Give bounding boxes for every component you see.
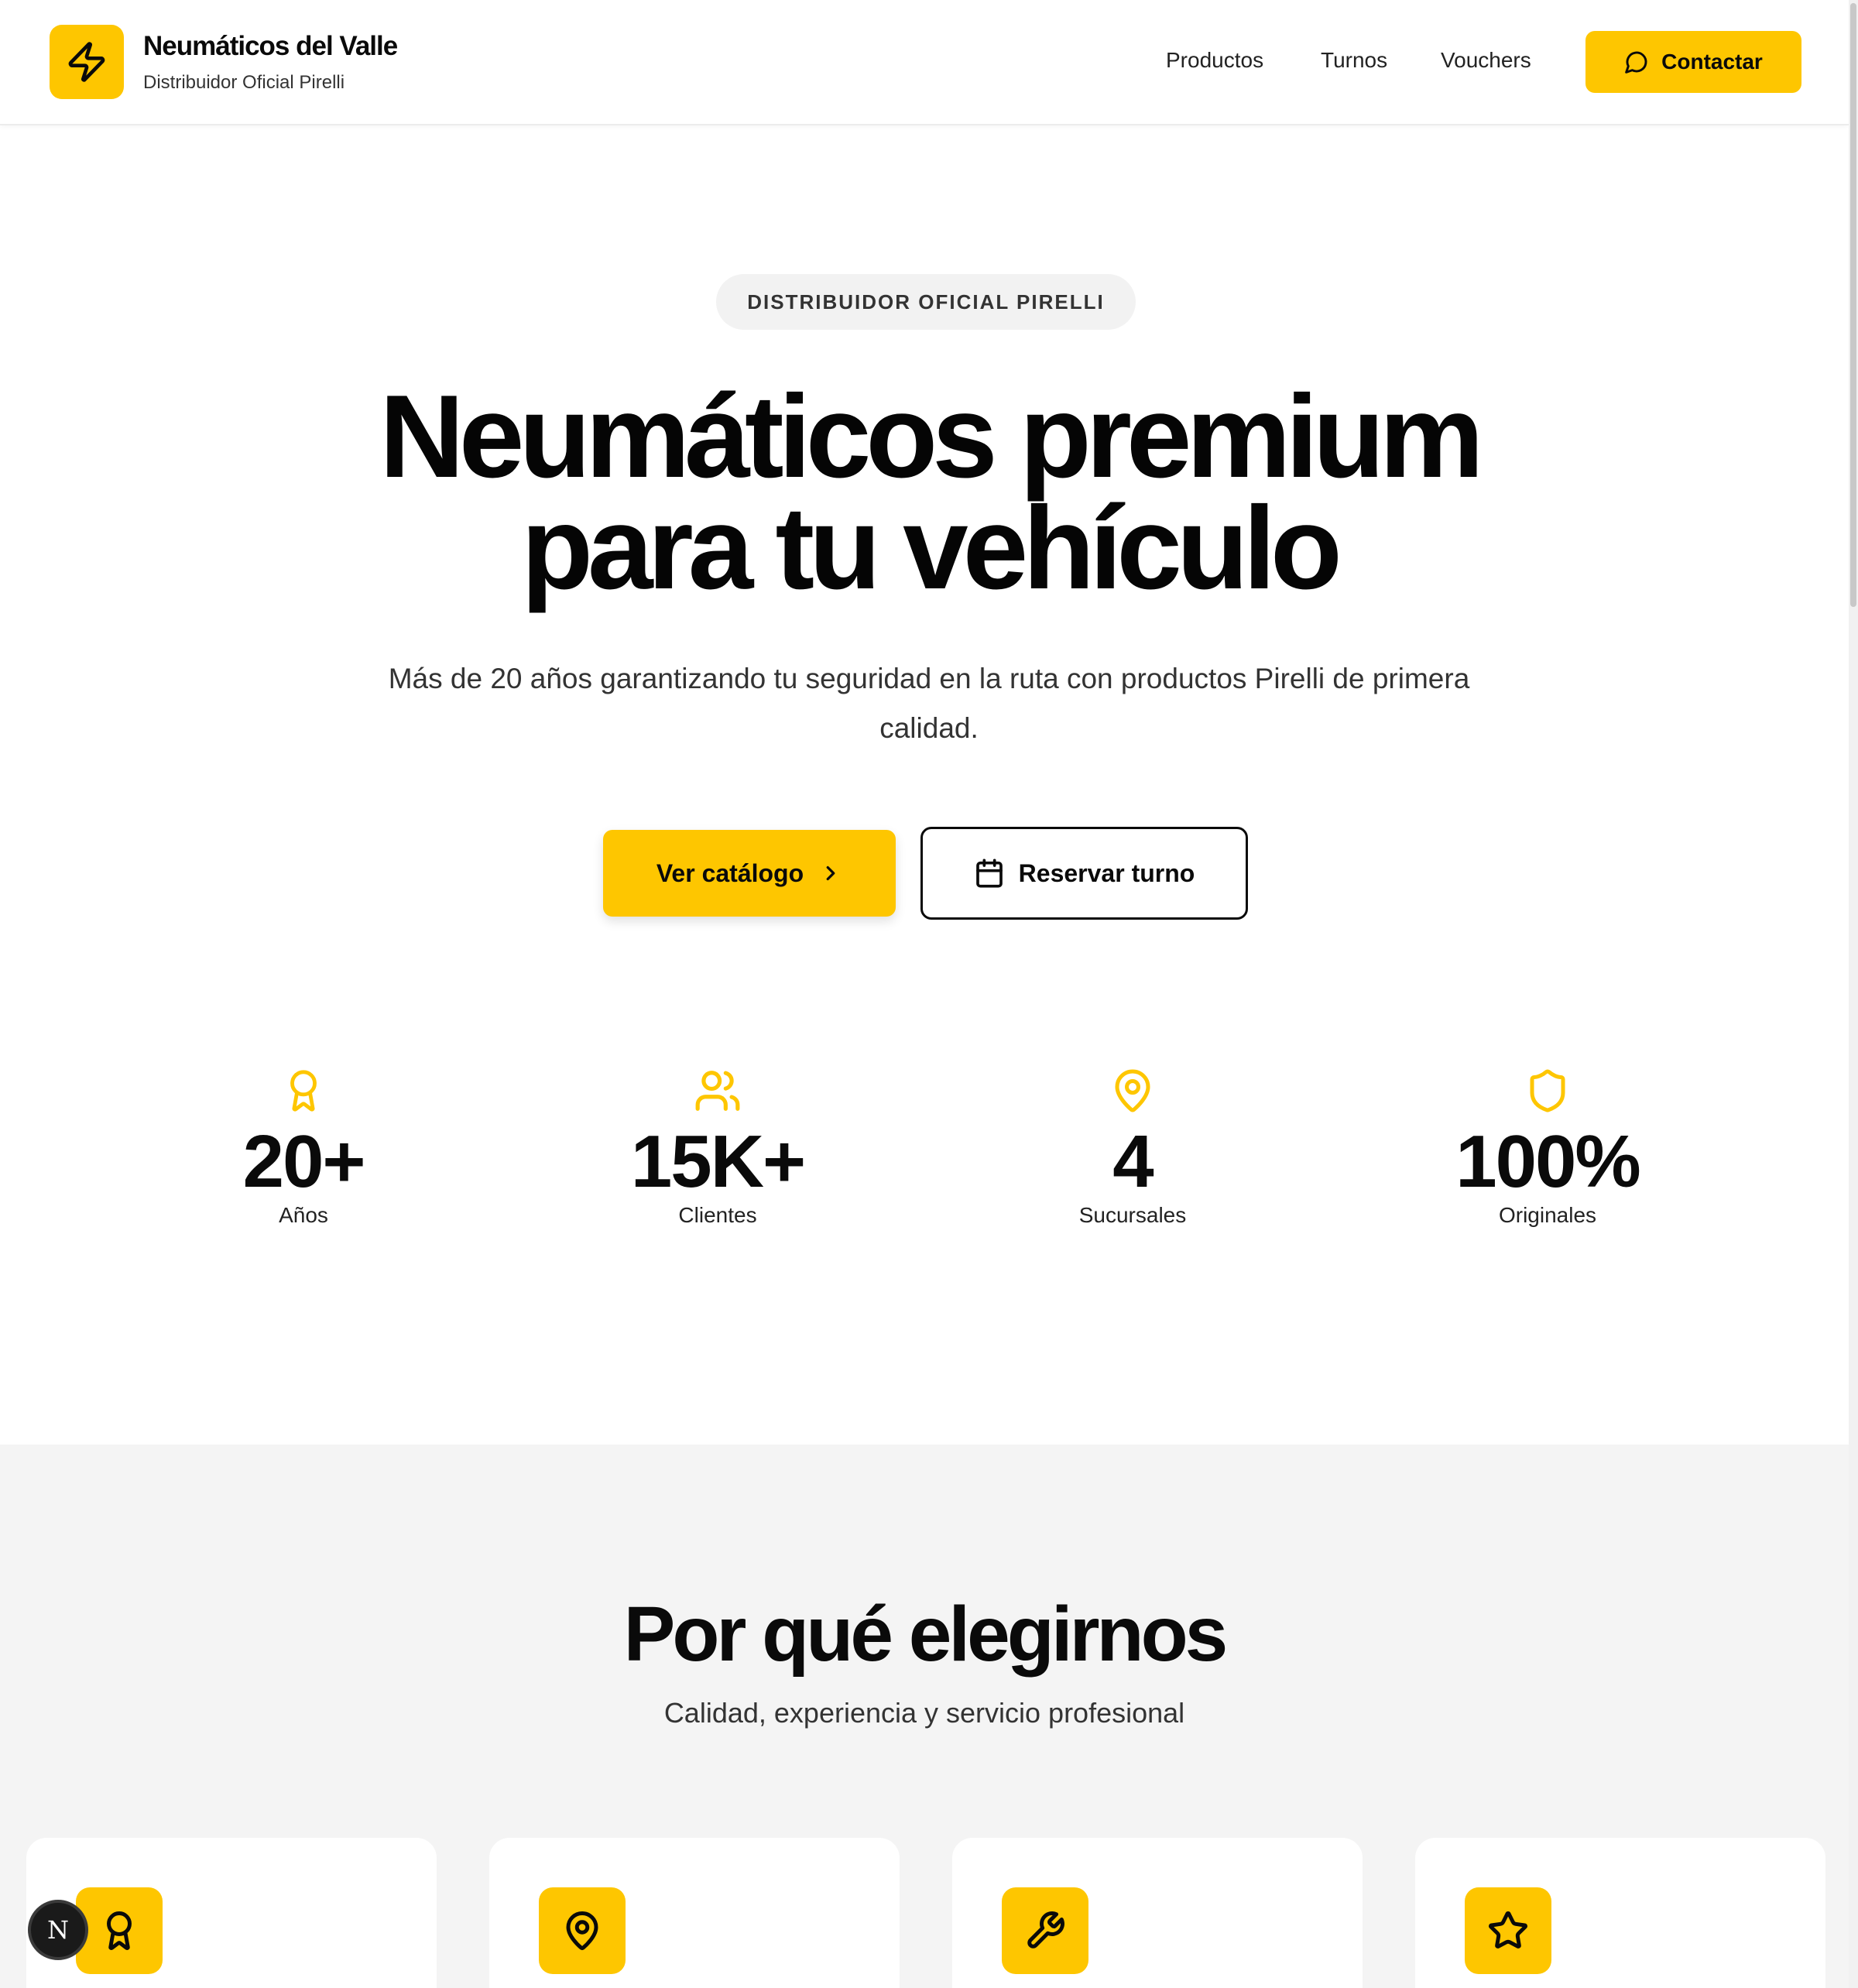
stat-clients: 15K+ Clientes	[555, 1067, 880, 1228]
contact-button[interactable]: Contactar	[1585, 31, 1801, 93]
stat-value: 15K+	[630, 1120, 806, 1203]
feature-card-icon	[1002, 1887, 1088, 1974]
lightning-icon	[68, 42, 105, 82]
chevron-right-icon	[826, 865, 835, 881]
logo[interactable]	[50, 25, 124, 99]
feature-card-icon	[539, 1887, 626, 1974]
stat-branches: 4 Sucursales	[970, 1067, 1295, 1228]
contact-button-label: Contactar	[1661, 50, 1763, 74]
book-appointment-button[interactable]: Reservar turno	[920, 827, 1248, 920]
stat-originals: 100% Originales	[1385, 1067, 1710, 1228]
feature-card-icon	[1465, 1887, 1551, 1974]
brand-subtitle: Distribuidor Oficial Pirelli	[143, 72, 345, 93]
hero-subtitle: Más de 20 años garantizando tu seguridad…	[388, 663, 1470, 744]
stat-label: Años	[279, 1203, 328, 1227]
nav-link-turnos[interactable]: Turnos	[1321, 48, 1387, 73]
why-section: Por qué elegirnos Calidad, experiencia y…	[0, 1445, 1849, 1988]
hero-title-line-2: para tu vehículo	[521, 482, 1342, 614]
brand-name[interactable]: Neumáticos del Valle	[143, 31, 398, 62]
feature-card	[489, 1838, 900, 1988]
star-icon	[1489, 1911, 1527, 1949]
feature-card-icon	[76, 1887, 163, 1974]
feature-card	[26, 1838, 437, 1988]
feature-card	[952, 1838, 1363, 1988]
site-header: Neumáticos del Valle Distribuidor Oficia…	[0, 0, 1849, 125]
stat-label: Originales	[1498, 1203, 1597, 1227]
message-circle-icon	[1625, 51, 1647, 74]
dev-tools-badge[interactable]: N	[28, 1900, 88, 1960]
stat-value: 20+	[242, 1120, 366, 1203]
why-subtitle: Calidad, experiencia y servicio profesio…	[663, 1697, 1185, 1729]
stat-value: 4	[1112, 1120, 1154, 1203]
map-pin-icon	[566, 1911, 598, 1950]
stat-label: Sucursales	[1078, 1203, 1187, 1227]
why-title: Por qué elegirnos	[623, 1591, 1229, 1678]
hero-title: Neumáticos premium para tu vehículo	[0, 371, 1858, 614]
hero-badge: DISTRIBUIDOR OFICIAL PIRELLI	[716, 274, 1136, 330]
users-icon	[695, 1071, 740, 1111]
award-icon	[290, 1070, 317, 1112]
nav-link-vouchers[interactable]: Vouchers	[1441, 48, 1531, 73]
award-icon	[107, 1911, 132, 1950]
book-appointment-label: Reservar turno	[1018, 859, 1195, 887]
stat-value: 100%	[1455, 1120, 1641, 1203]
calendar-icon	[975, 859, 1003, 888]
nav-link-productos[interactable]: Productos	[1166, 48, 1263, 73]
catalog-button-label: Ver catálogo	[656, 859, 804, 887]
wrench-icon	[1027, 1911, 1064, 1949]
scrollbar-thumb[interactable]	[1850, 3, 1856, 607]
map-pin-icon	[1115, 1069, 1150, 1112]
stat-years: 20+ Años	[141, 1067, 466, 1228]
hero-title-line-1: Neumáticos premium	[379, 371, 1484, 502]
catalog-button[interactable]: Ver catálogo	[603, 830, 896, 917]
feature-card	[1415, 1838, 1825, 1988]
shield-icon	[1530, 1069, 1565, 1112]
stat-label: Clientes	[678, 1203, 757, 1227]
